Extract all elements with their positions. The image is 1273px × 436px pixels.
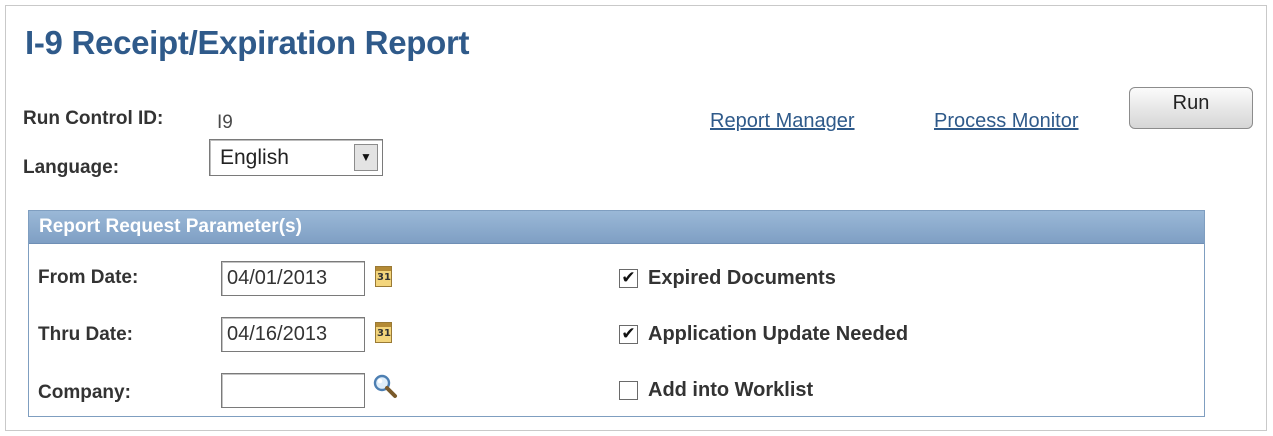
page-container: I-9 Receipt/Expiration Report Run Contro… bbox=[5, 5, 1267, 431]
thru-date-input[interactable]: 04/16/2013 bbox=[221, 317, 365, 352]
group-header: Report Request Parameter(s) bbox=[29, 211, 1204, 244]
run-button[interactable]: Run bbox=[1129, 87, 1253, 129]
expired-documents-label: Expired Documents bbox=[648, 267, 836, 289]
add-into-worklist-label: Add into Worklist bbox=[648, 379, 814, 401]
thru-date-label: Thru Date: bbox=[38, 324, 133, 345]
language-label: Language: bbox=[23, 157, 120, 178]
language-select-value: English bbox=[220, 146, 289, 169]
application-update-needed-label: Application Update Needed bbox=[648, 323, 909, 345]
calendar-icon[interactable]: 31 bbox=[375, 322, 392, 343]
from-date-label: From Date: bbox=[38, 267, 139, 288]
report-request-parameters-group: Report Request Parameter(s) From Date: 0… bbox=[28, 210, 1205, 417]
process-monitor-link[interactable]: Process Monitor bbox=[934, 110, 1079, 133]
company-input[interactable] bbox=[221, 373, 365, 408]
calendar-icon-day: 31 bbox=[377, 272, 391, 283]
add-into-worklist-checkbox[interactable] bbox=[619, 381, 638, 400]
run-control-id-value: I9 bbox=[217, 112, 233, 133]
calendar-icon-day: 31 bbox=[377, 328, 391, 339]
report-manager-link[interactable]: Report Manager bbox=[710, 110, 855, 133]
run-control-id-label: Run Control ID: bbox=[23, 108, 164, 129]
company-label: Company: bbox=[38, 382, 131, 403]
magnifier-icon[interactable] bbox=[372, 373, 398, 399]
from-date-input[interactable]: 04/01/2013 bbox=[221, 261, 365, 296]
language-select[interactable]: English ▼ bbox=[209, 139, 383, 176]
calendar-icon[interactable]: 31 bbox=[375, 266, 392, 287]
application-update-needed-checkbox[interactable]: ✔ bbox=[619, 325, 638, 344]
expired-documents-checkbox[interactable]: ✔ bbox=[619, 269, 638, 288]
page-title: I-9 Receipt/Expiration Report bbox=[25, 24, 470, 61]
group-title: Report Request Parameter(s) bbox=[39, 216, 302, 237]
dropdown-arrow-icon[interactable]: ▼ bbox=[354, 144, 378, 171]
